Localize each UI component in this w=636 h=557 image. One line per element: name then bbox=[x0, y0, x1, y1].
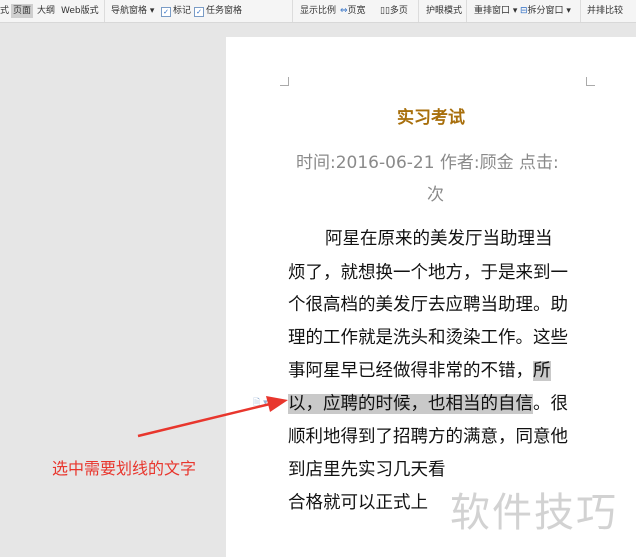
arrow-head-icon bbox=[266, 396, 288, 412]
annotation-label: 选中需要划线的文字 bbox=[52, 459, 197, 478]
arrow-shaft bbox=[137, 402, 271, 438]
